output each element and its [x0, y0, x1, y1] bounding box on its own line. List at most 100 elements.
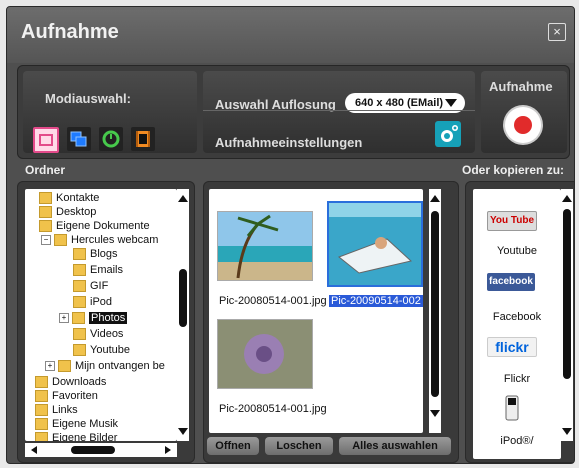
- chevron-down-icon: [445, 99, 457, 107]
- tree-item-selected[interactable]: + Photos: [59, 311, 128, 325]
- resolution-section: Auswahl Auflosung 640 x 480 (EMail) Aufn…: [203, 71, 475, 153]
- scroll-right-icon[interactable]: [163, 445, 173, 455]
- tree-horizontal-scrollbar[interactable]: [25, 443, 177, 457]
- tree-item[interactable]: Links: [35, 403, 78, 417]
- settings-button[interactable]: [435, 121, 461, 147]
- folder-icon: [39, 220, 52, 233]
- folder-icon: [35, 418, 48, 431]
- copy-target-label: iPod®/: [500, 435, 534, 447]
- youtube-logo[interactable]: You Tube: [487, 211, 537, 231]
- folder-icon: [35, 376, 48, 389]
- folder-icon: [73, 280, 86, 293]
- copy-target-label: Youtube: [497, 245, 537, 257]
- tree-item[interactable]: Eigene Bilder: [35, 431, 117, 441]
- tree-item[interactable]: Kontakte: [39, 191, 99, 205]
- close-button[interactable]: ×: [548, 23, 566, 41]
- scroll-up-icon[interactable]: [177, 193, 189, 203]
- folder-icon: [72, 312, 85, 325]
- scroll-down-icon[interactable]: [429, 409, 441, 419]
- tree-item[interactable]: Downloads: [35, 375, 106, 389]
- record-label: Aufnahme: [489, 79, 553, 94]
- beach-photo: [218, 212, 312, 280]
- file-name: Pic-20080514-001.jpg: [219, 295, 327, 307]
- delete-button[interactable]: Loschen: [265, 437, 333, 455]
- record-button[interactable]: [505, 107, 541, 143]
- scroll-down-icon[interactable]: [561, 427, 573, 437]
- tree-item[interactable]: Eigene Dokumente: [39, 219, 150, 233]
- files-scroll-thumb[interactable]: [431, 211, 439, 397]
- folder-tree-panel: Kontakte Desktop Eigene Dokumente − Hercu…: [17, 181, 195, 463]
- folder-icon: [73, 296, 86, 309]
- collapse-icon[interactable]: −: [41, 235, 51, 246]
- select-all-button[interactable]: Alles auswahlen: [339, 437, 451, 455]
- tree-hscroll-thumb[interactable]: [71, 446, 115, 454]
- resolution-value: 640 x 480 (EMail): [355, 97, 444, 109]
- folder-tree: Kontakte Desktop Eigene Dokumente − Hercu…: [25, 189, 177, 441]
- tree-item[interactable]: Desktop: [39, 205, 96, 219]
- video-mode-button[interactable]: [131, 127, 155, 151]
- tree-item[interactable]: − Hercules webcam: [41, 233, 158, 247]
- window-title: Aufnahme: [21, 21, 119, 43]
- tree-item[interactable]: Favoriten: [35, 389, 98, 403]
- photo-thumbnail[interactable]: [217, 319, 313, 389]
- timer-mode-icon: [102, 130, 120, 148]
- expand-icon[interactable]: +: [59, 313, 69, 324]
- toolbar: Modiauswahl: Auswahl Auflosung 640 x 480…: [17, 65, 570, 159]
- video-mode-icon: [136, 131, 150, 147]
- mode-section: Modiauswahl:: [23, 71, 197, 153]
- tree-item[interactable]: iPod: [73, 295, 112, 309]
- file-name: Pic-20080514-001.jpg: [219, 403, 327, 415]
- expand-icon[interactable]: +: [45, 361, 55, 372]
- folder-icon: [39, 206, 52, 219]
- copy-vertical-scrollbar[interactable]: [561, 189, 573, 441]
- folder-icon: [35, 404, 48, 417]
- folder-icon: [58, 360, 71, 373]
- tree-item[interactable]: + Mijn ontvangen be: [45, 359, 165, 373]
- record-section: Aufnahme: [481, 71, 567, 153]
- photo-thumbnail[interactable]: [217, 211, 313, 281]
- folder-icon: [73, 344, 86, 357]
- folder-icon: [39, 192, 52, 205]
- folder-icon: [73, 248, 86, 261]
- tree-item[interactable]: Videos: [73, 327, 123, 341]
- ipod-icon[interactable]: [505, 395, 519, 421]
- scroll-down-icon[interactable]: [177, 427, 189, 437]
- copy-scroll-thumb[interactable]: [563, 209, 571, 379]
- tree-vertical-scrollbar[interactable]: [177, 189, 189, 441]
- burst-mode-icon: [70, 131, 87, 147]
- folder-icon: [73, 328, 86, 341]
- tree-item[interactable]: Blogs: [73, 247, 118, 261]
- scroll-up-icon[interactable]: [561, 193, 573, 203]
- tree-scroll-thumb[interactable]: [179, 269, 187, 327]
- gear-icon: [441, 125, 458, 142]
- tree-item[interactable]: Eigene Musik: [35, 417, 118, 431]
- folder-icon: [73, 264, 86, 277]
- photo-mode-button[interactable]: [33, 127, 59, 153]
- copy-target-label: Flickr: [503, 373, 531, 385]
- boat-photo: [329, 203, 421, 285]
- tree-item[interactable]: Emails: [73, 263, 123, 277]
- scroll-left-icon[interactable]: [29, 445, 39, 455]
- tree-item[interactable]: GIF: [73, 279, 108, 293]
- scroll-up-icon[interactable]: [429, 193, 441, 203]
- open-button[interactable]: Offnen: [207, 437, 259, 455]
- tree-item[interactable]: Youtube: [73, 343, 130, 357]
- burst-mode-button[interactable]: [67, 127, 91, 151]
- toolbar-divider: [203, 110, 475, 111]
- recording-window: Aufnahme × Modiauswahl: Auswahl Auflosun…: [6, 6, 575, 464]
- photo-mode-icon: [39, 134, 53, 146]
- files-vertical-scrollbar[interactable]: [429, 189, 441, 433]
- copy-target-label: Facebook: [492, 311, 542, 323]
- mode-buttons: [33, 127, 155, 153]
- photo-thumbnail-selected[interactable]: [327, 201, 423, 287]
- flower-photo: [218, 320, 312, 388]
- file-name-selected: Pic-20090514-002: [329, 295, 423, 307]
- file-browser-panel: Pic-20080514-001.jpg Pic-20090514-002 Pi…: [203, 181, 459, 463]
- file-grid: Pic-20080514-001.jpg Pic-20090514-002 Pi…: [209, 189, 423, 433]
- flickr-logo[interactable]: flickr: [487, 337, 537, 357]
- facebook-logo[interactable]: facebook: [487, 273, 535, 291]
- folder-icon: [35, 390, 48, 403]
- timer-mode-button[interactable]: [99, 127, 123, 151]
- folder-icon: [35, 432, 48, 441]
- folders-heading: Ordner: [25, 163, 66, 177]
